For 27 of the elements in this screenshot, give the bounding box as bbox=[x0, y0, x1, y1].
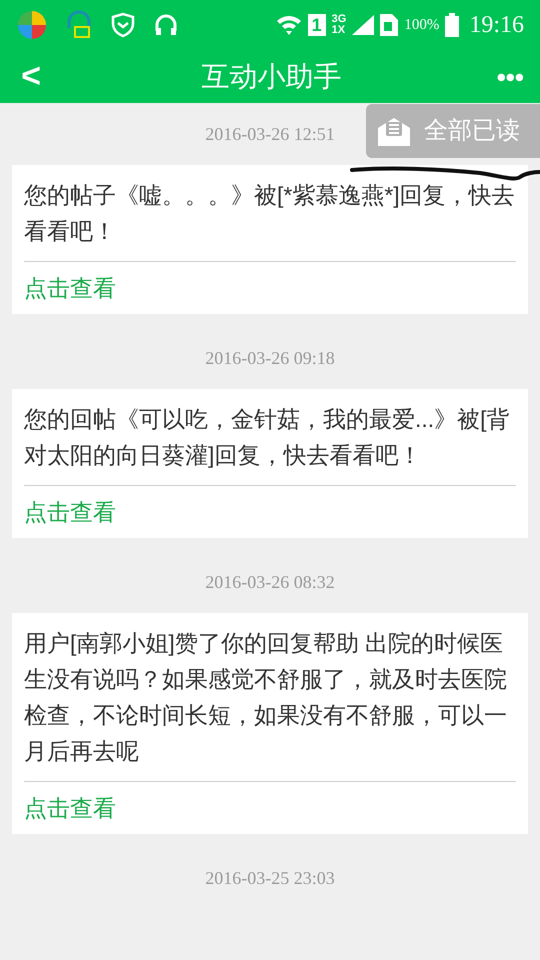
headphones-icon bbox=[154, 13, 178, 37]
signal-icon bbox=[352, 15, 374, 35]
wifi-icon bbox=[276, 13, 302, 37]
mark-all-read-button[interactable]: 全部已读 bbox=[366, 104, 540, 158]
message-text: 您的帖子《嘘。。。》被[*紫慕逸燕*]回复，快去看看吧！ bbox=[24, 165, 516, 262]
shield-icon bbox=[110, 12, 136, 38]
battery-percent: 100% bbox=[404, 16, 440, 35]
timestamp: 2016-03-26 09:18 bbox=[205, 346, 335, 370]
view-link[interactable]: 点击查看 bbox=[24, 790, 116, 826]
view-link[interactable]: 点击查看 bbox=[24, 270, 116, 306]
view-link[interactable]: 点击查看 bbox=[24, 494, 116, 530]
sim-slot-label: 1 bbox=[308, 14, 326, 36]
message-text: 用户[南郭小姐]赞了你的回复帮助 出院的时候医生没有说吗？如果感觉不舒服了，就及时去医院检查，不论时间长短，如果没有不舒服，可以一月后再去呢 bbox=[24, 613, 516, 782]
sim-card-icon bbox=[380, 14, 398, 36]
clock: 19:16 bbox=[469, 11, 524, 40]
timestamp: 2016-03-25 23:03 bbox=[205, 866, 335, 890]
battery-icon bbox=[445, 13, 460, 37]
timestamp: 2016-03-26 08:32 bbox=[205, 570, 335, 594]
message-text: 您的回帖《可以吃，金针菇，我的最爱...》被[背对太阳的向日葵灌]回复，快去看看吧！ bbox=[24, 389, 516, 486]
back-button[interactable]: < bbox=[16, 51, 46, 102]
page-title: 互动小助手 bbox=[201, 60, 342, 94]
more-button[interactable]: ••• bbox=[496, 64, 524, 90]
network-label: 3G bbox=[332, 14, 346, 25]
network-label: 1X bbox=[332, 25, 346, 36]
envelope-icon bbox=[378, 116, 410, 146]
timestamp: 2016-03-26 12:51 bbox=[205, 122, 335, 146]
app-icon bbox=[16, 9, 48, 41]
